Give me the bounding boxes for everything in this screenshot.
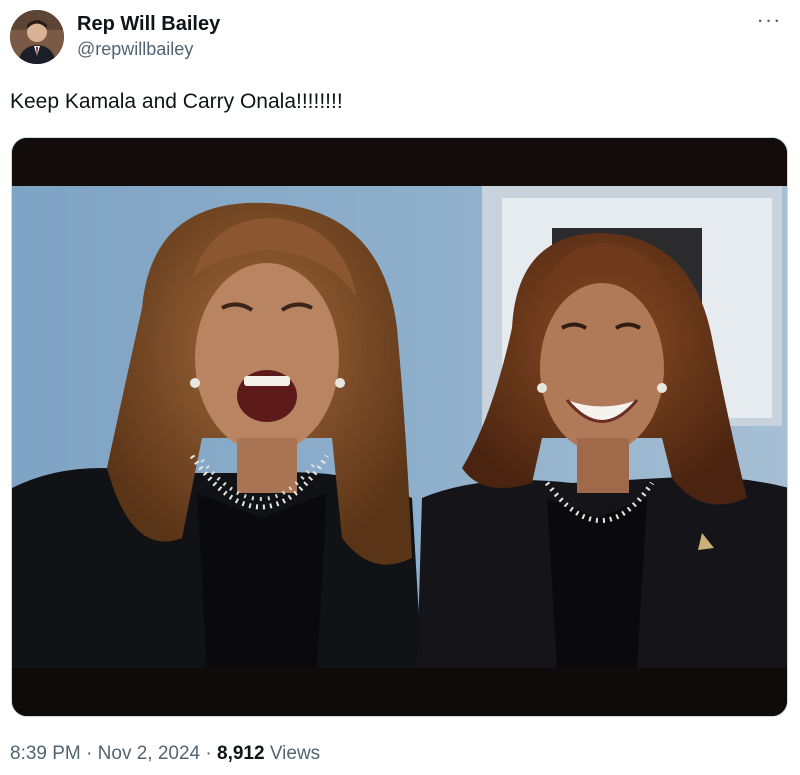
tweet-meta: 8:39 PM · Nov 2, 2024 · 8,912 Views xyxy=(10,741,320,767)
tweet-date[interactable]: Nov 2, 2024 xyxy=(98,743,200,764)
meta-separator: · xyxy=(80,743,98,764)
more-icon[interactable]: ··· xyxy=(754,9,784,34)
author-names: Rep Will Bailey @repwillbailey xyxy=(77,12,220,62)
tweet-time[interactable]: 8:39 PM xyxy=(10,743,81,764)
avatar[interactable] xyxy=(10,10,64,64)
display-name[interactable]: Rep Will Bailey xyxy=(77,12,220,36)
tweet-header: Rep Will Bailey @repwillbailey ··· xyxy=(10,8,790,68)
photo-image xyxy=(12,138,787,716)
tweet-text: Keep Kamala and Carry Onala!!!!!!!! xyxy=(10,90,343,113)
meta-separator: · xyxy=(200,743,218,764)
views-label: Views xyxy=(264,743,321,764)
user-handle[interactable]: @repwillbailey xyxy=(77,36,220,62)
avatar-image xyxy=(10,10,64,64)
views-count[interactable]: 8,912 xyxy=(217,743,265,764)
tweet-photo[interactable] xyxy=(11,137,788,717)
